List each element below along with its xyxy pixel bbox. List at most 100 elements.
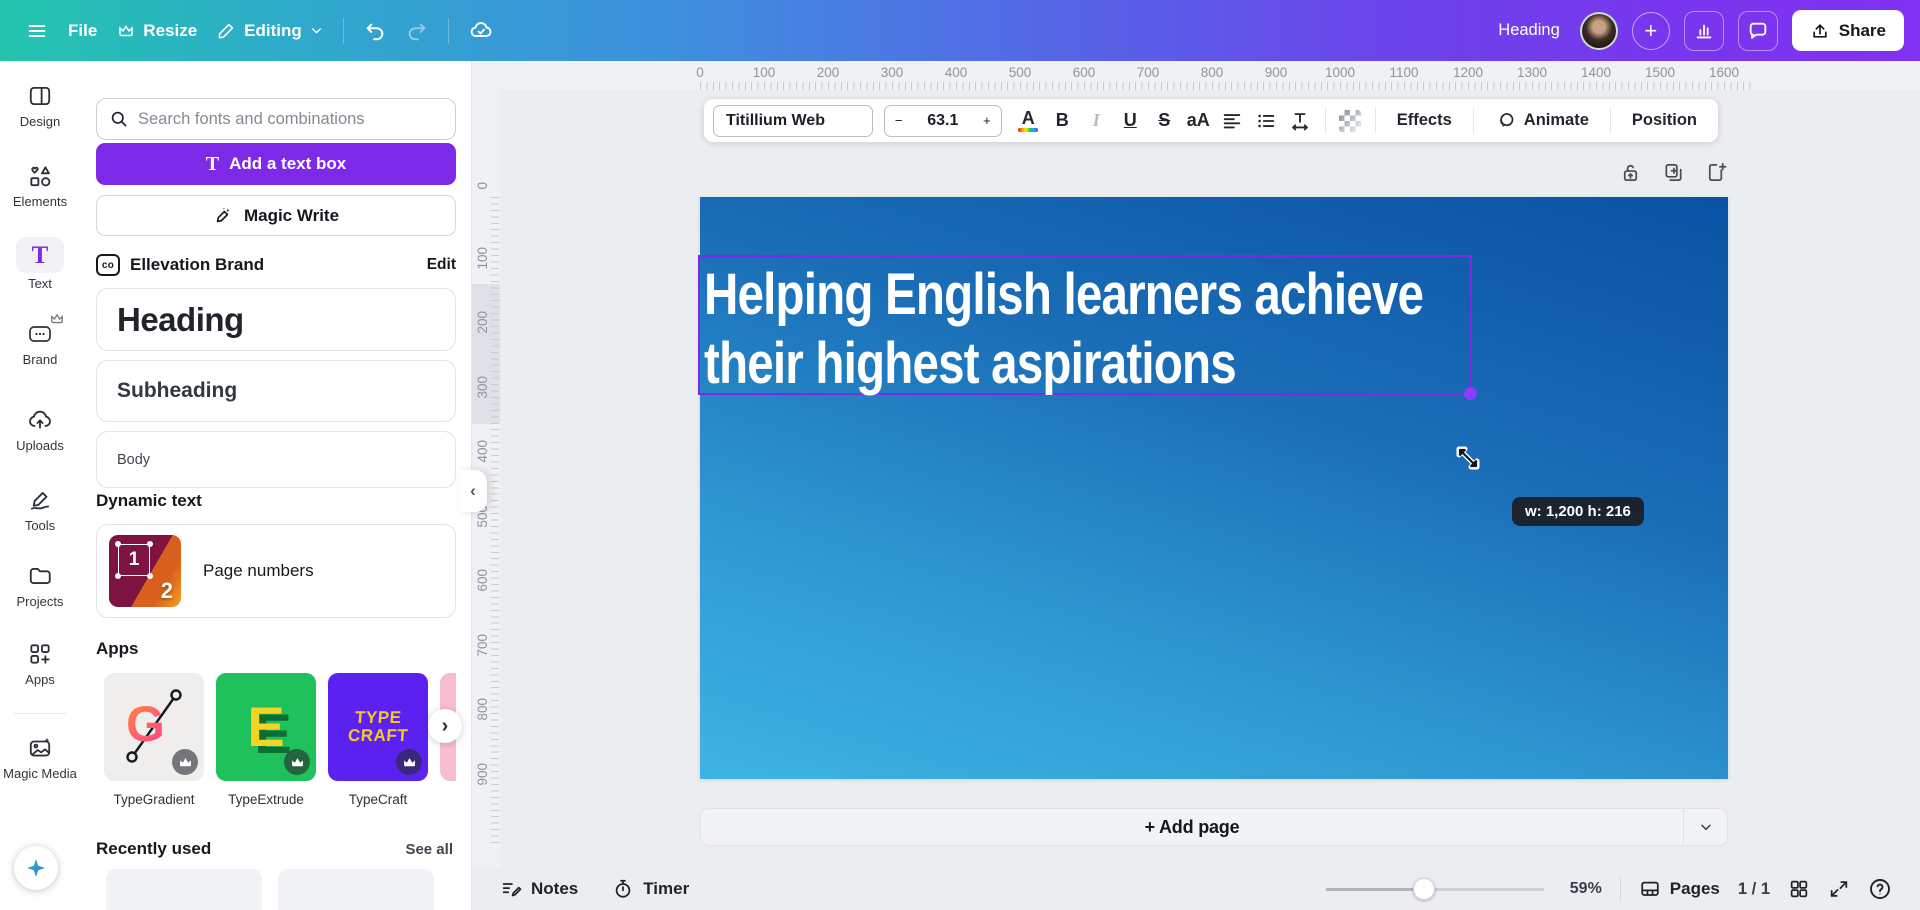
body-style-card[interactable]: Body <box>96 431 456 488</box>
text-case-button[interactable]: aA <box>1183 104 1214 137</box>
sidebar-item-projects[interactable]: Projects <box>0 561 80 609</box>
canvas-page[interactable]: Helping English learners achieve their h… <box>698 197 1728 779</box>
zoom-slider[interactable] <box>1325 878 1544 900</box>
pencil-icon <box>217 21 236 40</box>
font-size-value[interactable]: 63.1 <box>927 112 958 130</box>
magic-write-button[interactable]: Magic Write <box>96 195 456 236</box>
underline-button[interactable]: U <box>1115 104 1146 137</box>
sidebar-item-elements[interactable]: Elements <box>0 161 80 209</box>
duplicate-page-button[interactable] <box>1662 161 1685 184</box>
h-ruler: 0 100 200 300 400 500 600 700 800 900 1000 1100 1200… <box>472 61 1920 90</box>
effects-button[interactable]: Effects <box>1385 111 1464 130</box>
avatar[interactable] <box>1579 11 1618 50</box>
zoom-slider-thumb[interactable] <box>1412 878 1435 900</box>
app-tile-typeextrude[interactable]: E <box>216 673 316 781</box>
resize-button[interactable]: Resize <box>107 13 207 49</box>
app-tile-typegradient[interactable]: G <box>104 673 204 781</box>
font-family-selector[interactable]: Titillium Web <box>713 104 873 137</box>
sidebar-item-design[interactable]: Design <box>0 81 80 129</box>
list-button[interactable] <box>1251 104 1282 137</box>
panel-collapse-button[interactable]: ‹ <box>459 470 487 512</box>
text-element-selection[interactable]: Helping English learners achieve their h… <box>698 255 1477 400</box>
add-text-box-button[interactable]: T Add a text box <box>96 143 456 185</box>
search-input[interactable] <box>138 109 443 129</box>
sidebar-item-apps[interactable]: Apps <box>0 639 80 687</box>
sidebar-item-brand[interactable]: Brand <box>0 313 80 367</box>
add-page-dropdown-button[interactable] <box>1683 809 1727 845</box>
h-ruler-label: 1300 <box>1516 65 1548 80</box>
lock-page-button[interactable] <box>1619 161 1642 184</box>
letter-spacing-button[interactable] <box>1285 104 1316 137</box>
italic-button[interactable]: I <box>1081 104 1112 137</box>
add-page-button[interactable]: + Add page <box>701 817 1683 838</box>
comments-button[interactable] <box>1737 10 1778 51</box>
chevron-down-icon <box>310 24 323 37</box>
fullscreen-button[interactable] <box>1828 878 1850 900</box>
cloud-save-status-button[interactable] <box>459 11 503 51</box>
invite-members-button[interactable]: + <box>1631 11 1670 50</box>
help-button[interactable] <box>1868 877 1892 901</box>
hamburger-menu-button[interactable] <box>16 12 58 50</box>
app-tile-typecraft[interactable]: TYPE CRAFT <box>328 673 428 781</box>
grid-view-button[interactable] <box>1788 878 1810 900</box>
heading-style-card[interactable]: Heading <box>96 288 456 351</box>
toolbar-divider <box>1324 108 1326 133</box>
align-left-icon <box>1221 110 1243 132</box>
h-ruler-label: 100 <box>752 65 776 80</box>
h-ruler-label: 1500 <box>1644 65 1676 80</box>
assistant-button[interactable] <box>14 846 58 890</box>
recent-item-tile[interactable] <box>106 869 262 910</box>
redo-icon <box>406 20 428 42</box>
text-color-button[interactable]: A <box>1013 104 1044 137</box>
plus-icon: + <box>1644 17 1658 43</box>
zoom-slider-fill <box>1325 888 1424 891</box>
timer-button[interactable]: Timer <box>612 878 689 900</box>
font-search-box[interactable] <box>96 98 456 140</box>
subheading-style-card[interactable]: Subheading <box>96 360 456 422</box>
document-title[interactable]: Heading <box>1498 21 1559 40</box>
h-ruler-label: 300 <box>880 65 904 80</box>
font-size-decrease-button[interactable]: − <box>895 113 903 128</box>
notes-button[interactable]: Notes <box>500 878 578 900</box>
file-menu-button[interactable]: File <box>58 13 107 49</box>
sidebar-item-uploads[interactable]: Uploads <box>0 405 80 453</box>
page-indicator: 1 / 1 <box>1737 879 1770 898</box>
brand-edit-button[interactable]: Edit <box>427 256 456 274</box>
bold-button[interactable]: B <box>1047 104 1078 137</box>
animate-button[interactable]: Animate <box>1483 110 1601 131</box>
see-all-button[interactable]: See all <box>405 841 453 858</box>
canvas-heading-text[interactable]: Helping English learners achieve their h… <box>704 260 1475 398</box>
transparency-checker-icon <box>1339 109 1362 132</box>
redo-button[interactable] <box>396 12 438 50</box>
add-page-icon <box>1705 161 1728 184</box>
pro-crown-icon <box>396 749 422 775</box>
transparency-button[interactable] <box>1335 104 1366 137</box>
bullet-list-icon <box>1255 110 1277 132</box>
page-numbers-card[interactable]: 1 2 Page numbers <box>96 524 456 618</box>
resize-handle[interactable] <box>1464 387 1477 400</box>
apps-grid-icon <box>0 639 80 669</box>
pages-button[interactable]: Pages <box>1639 878 1720 900</box>
sidebar-item-magic-media[interactable]: Magic Media <box>0 733 80 781</box>
alignment-button[interactable] <box>1217 104 1248 137</box>
sidebar-item-text[interactable]: T Text <box>0 237 80 291</box>
strikethrough-button[interactable]: S <box>1149 104 1180 137</box>
share-button[interactable]: Share <box>1791 10 1904 51</box>
dynamic-text-title: Dynamic text <box>96 491 202 510</box>
add-page-icon-button[interactable] <box>1705 161 1728 184</box>
resize-size-tooltip: w: 1,200 h: 216 <box>1512 497 1644 526</box>
position-button[interactable]: Position <box>1620 111 1709 130</box>
editing-mode-dropdown[interactable]: Editing <box>207 13 333 49</box>
letter-spacing-icon <box>1289 110 1311 132</box>
font-size-increase-button[interactable]: + <box>983 113 991 128</box>
chevron-down-icon <box>1699 820 1713 834</box>
brand-kit-name: Ellevation Brand <box>130 255 265 274</box>
v-ruler-ticks <box>491 197 499 845</box>
app-label: TypeGradient <box>113 792 195 807</box>
recent-item-tile[interactable] <box>278 869 434 910</box>
insights-button[interactable] <box>1683 10 1724 51</box>
apps-scroll-right-button[interactable]: › <box>428 709 462 743</box>
sidebar-rail: Design Elements T Text Brand Uploads Too… <box>0 61 80 910</box>
undo-button[interactable] <box>354 12 396 50</box>
sidebar-item-tools[interactable]: Tools <box>0 485 80 533</box>
